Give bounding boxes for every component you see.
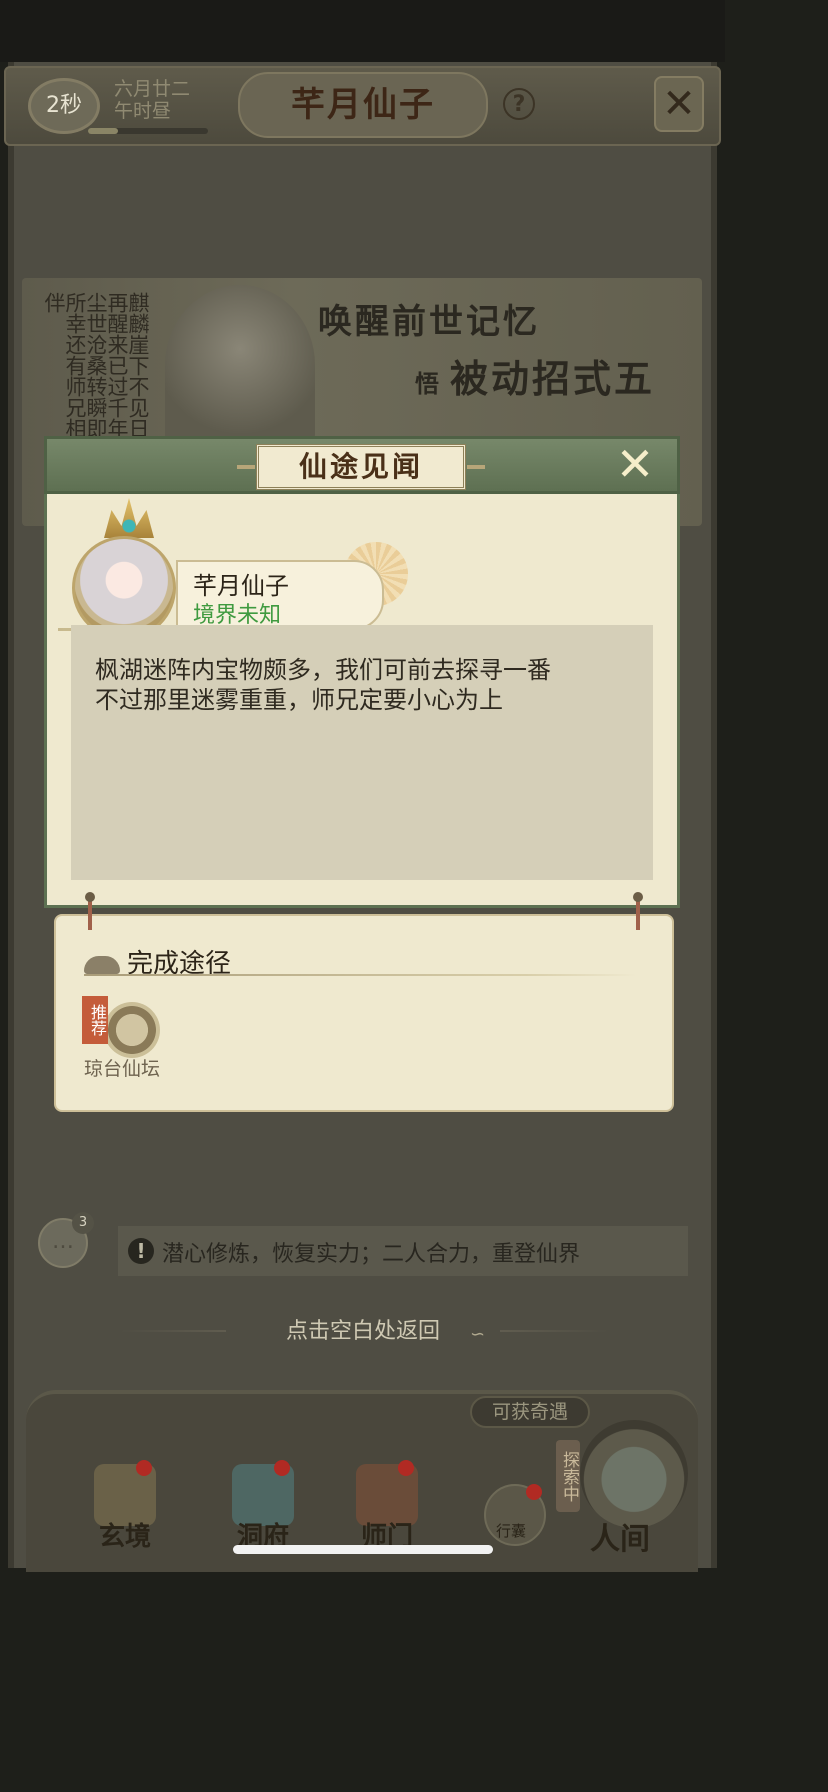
hanging-peg-left — [85, 892, 95, 930]
encounter-tag: 可获奇遇 — [470, 1396, 590, 1428]
bag-notification-dot — [526, 1484, 542, 1500]
banner-subheadline: 悟被动招式五 — [415, 348, 655, 403]
exploring-tag: 探索中 — [556, 1440, 580, 1512]
home-indicator[interactable] — [233, 1545, 493, 1554]
recommend-badge: 推荐 — [82, 996, 108, 1044]
time-of-day-text: 午时昼 — [114, 100, 172, 122]
world-map-button[interactable] — [580, 1420, 688, 1528]
chat-count-badge: 3 — [72, 1212, 94, 1234]
help-button[interactable]: ? — [503, 88, 535, 120]
banner-headline: 唤醒前世记忆 — [318, 302, 540, 342]
hanging-peg-right — [633, 892, 643, 930]
banner-story-text: 麒麟崖下不见日再醒来已过千年尘世沧桑转瞬即所幸还有师兄相伴 — [42, 292, 150, 439]
route-label: 琼台仙坛 — [84, 1058, 161, 1080]
date-text: 六月廿二 — [114, 78, 191, 100]
page-title: 芊月仙子 — [238, 72, 488, 138]
world-label: 人间 — [590, 1522, 650, 1557]
npc-name: 芊月仙子 — [193, 572, 289, 600]
timer-badge: 2秒 — [28, 78, 100, 134]
notification-dot — [136, 1460, 152, 1476]
system-status-bar — [0, 0, 725, 62]
route-qiongtai-xiantan[interactable]: 推荐 琼台仙坛 — [82, 996, 174, 1084]
notification-dot — [398, 1460, 414, 1476]
tap-to-return-hint[interactable]: 点击空白处返回 — [226, 1316, 500, 1348]
day-progress-bar — [88, 128, 208, 134]
alert-icon: ! — [128, 1238, 154, 1264]
top-close-button[interactable]: ✕ — [654, 76, 704, 132]
cloud-icon — [84, 956, 120, 974]
nav-xuanjing[interactable]: 玄境 — [80, 1460, 170, 1564]
dialog-close-button[interactable]: ✕ — [612, 441, 658, 488]
bag-label: 行囊 — [496, 1522, 527, 1540]
banner-prefix: 悟 — [415, 369, 442, 398]
completion-divider — [84, 974, 636, 976]
game-date: 六月廿二 午时昼 — [114, 78, 214, 122]
altar-icon — [104, 1002, 160, 1058]
dialog-message: 枫湖迷阵内宝物颇多，我们可前去探寻一番 不过那里迷雾重重，师兄定要小心为上 — [95, 656, 551, 714]
banner-character-portrait — [165, 285, 315, 445]
quest-text: 潜心修炼，恢复实力；二人合力，重登仙界 — [162, 1242, 581, 1267]
banner-skill-name: 被动招式五 — [450, 356, 656, 401]
cloud-scroll-right-icon: ∽ — [470, 1324, 486, 1345]
notification-dot — [274, 1460, 290, 1476]
dialog-title: 仙途见闻 — [237, 444, 485, 490]
nav-label: 玄境 — [98, 1522, 151, 1552]
